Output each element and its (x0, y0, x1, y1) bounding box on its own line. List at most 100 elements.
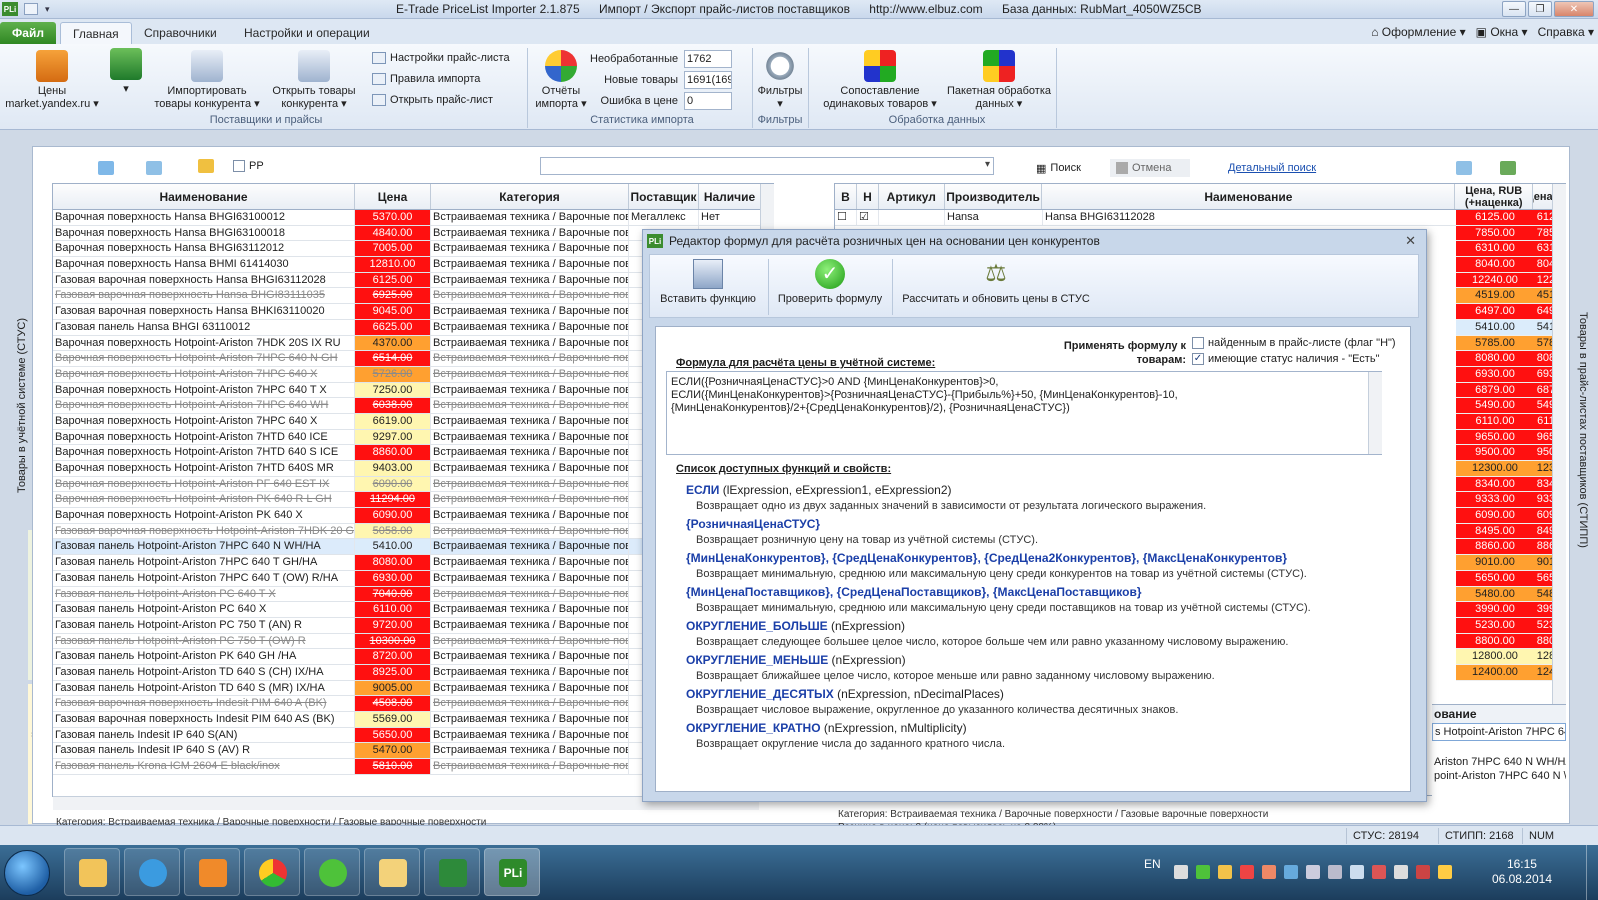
row-checkbox-v[interactable]: ☐ (835, 210, 857, 225)
clock[interactable]: 16:15 06.08.2014 (1492, 857, 1552, 887)
pp-checkbox[interactable]: PP (233, 160, 264, 172)
price-row[interactable]: 9010.00 9010 (1456, 555, 1566, 571)
col-name[interactable]: Наименование (53, 184, 355, 209)
price-row[interactable]: 5650.00 5650 (1456, 570, 1566, 587)
sub-row[interactable]: s Hotpoint-Ariston 7HPC 64 (1432, 723, 1566, 741)
function-item[interactable]: {МинЦенаКонкурентов}, {СредЦенаКонкурент… (686, 551, 1287, 565)
price-row[interactable]: 5785.00 5785 (1456, 335, 1566, 352)
price-row[interactable]: 9500.00 9500 (1456, 445, 1566, 461)
tray-icon[interactable] (1438, 865, 1452, 879)
vtab-stipp[interactable]: Товары в прайс-листах поставщиков (СТИПП… (1574, 300, 1592, 560)
sub-row[interactable]: Ariston 7HPC 640 N WH/HA (1432, 755, 1566, 769)
price-row[interactable]: 6310.00 6310 (1456, 241, 1566, 258)
search-button[interactable]: ▦ Поиск (1030, 159, 1087, 177)
price-row[interactable]: 6110.00 6110 (1456, 413, 1566, 430)
start-button[interactable] (4, 850, 50, 896)
sort-icon-right[interactable] (1456, 161, 1472, 175)
tray-icon[interactable] (1284, 865, 1298, 879)
price-row[interactable]: 3990.00 3990 (1456, 602, 1566, 618)
tray-icon[interactable] (1196, 865, 1210, 879)
tray-icon[interactable] (1372, 865, 1386, 879)
col-price[interactable]: Цена (355, 184, 431, 209)
yandex-prices-button[interactable]: Цены market.yandex.ru ▾ (4, 50, 100, 111)
table-row[interactable]: Варочная поверхность Hansa BHGI63100012 5… (53, 210, 773, 226)
tray-icon[interactable] (1416, 865, 1430, 879)
price-row[interactable]: 6930.00 6930 (1456, 366, 1566, 383)
tab-main[interactable]: Главная (60, 22, 132, 44)
function-item[interactable]: {МинЦенаПоставщиков}, {СредЦенаПоставщик… (686, 585, 1142, 599)
task-outlook[interactable] (364, 848, 420, 896)
price-row[interactable]: 8800.00 8800 (1456, 633, 1566, 650)
formula-scrollbar[interactable] (1368, 372, 1382, 454)
import-reports-button[interactable]: Отчёты импорта ▾ (532, 50, 590, 111)
price-row[interactable]: 5490.00 5490 (1456, 398, 1566, 414)
folder-icon[interactable] (198, 159, 214, 173)
app-icon[interactable]: PLi (2, 2, 18, 16)
refresh-icon[interactable] (98, 161, 114, 175)
dialog-close-button[interactable]: ✕ (1405, 233, 1416, 249)
col-availability[interactable]: Наличие (699, 184, 761, 209)
col-v[interactable]: В (835, 184, 857, 209)
price-row[interactable]: 8040.00 8040 (1456, 257, 1566, 273)
function-item[interactable]: {РозничнаяЦенаСТУС} (686, 517, 820, 531)
task-media-player[interactable] (184, 848, 240, 896)
task-excel[interactable] (424, 848, 480, 896)
price-row[interactable]: 5480.00 5480 (1456, 586, 1566, 603)
price-row[interactable]: 12240.00 1224 (1456, 272, 1566, 289)
quick-access-dropdown-icon[interactable]: ▾ (45, 4, 50, 15)
match-goods-button[interactable]: Сопоставление одинаковых товаров ▾ (820, 50, 940, 111)
tray-icon[interactable] (1218, 865, 1232, 879)
row-checkbox-n[interactable]: ☑ (857, 210, 879, 225)
tab-settings[interactable]: Настройки и операции (232, 22, 382, 44)
in-stock-checkbox[interactable]: ✓ имеющие статус наличия - "Есть" (1192, 353, 1379, 365)
col-category[interactable]: Категория (431, 184, 629, 209)
quick-access-icon[interactable] (24, 3, 38, 15)
col-n[interactable]: Н (857, 184, 879, 209)
price-row[interactable]: 12300.00 1230 (1456, 461, 1566, 477)
price-row[interactable]: 8495.00 8495 (1456, 523, 1566, 540)
price-row[interactable]: 6090.00 6090 (1456, 508, 1566, 524)
vtab-stus[interactable]: Товары в учётной системе (СТУС) (14, 300, 30, 510)
price-row[interactable]: 9650.00 9650 (1456, 429, 1566, 446)
excel-button[interactable]: ▾ (108, 48, 144, 96)
signal-icon[interactable] (1306, 865, 1320, 879)
language-indicator[interactable]: EN (1144, 857, 1161, 871)
col-price-markup[interactable]: Цена, RUB (+наценка) (1455, 184, 1534, 209)
volume-icon[interactable] (1394, 865, 1408, 879)
monitor-icon[interactable] (1328, 865, 1342, 879)
price-row[interactable]: 6879.00 6879 (1456, 382, 1566, 399)
price-row[interactable]: 6125.00 6125 (1456, 210, 1566, 226)
col-manufacturer[interactable]: Производитель (945, 184, 1043, 209)
price-row[interactable]: 8080.00 8080 (1456, 351, 1566, 367)
calculate-update-button[interactable]: ⚖ Рассчитать и обновить цены в СТУС (898, 259, 1094, 305)
excel-export-icon[interactable] (1500, 161, 1516, 175)
import-rules-item[interactable]: Правила импорта (372, 73, 480, 85)
check-formula-button[interactable]: ✓ Проверить формулу (774, 259, 886, 305)
sub-row[interactable]: point-Ariston 7HPC 640 N \ (1432, 769, 1566, 783)
minimize-button[interactable]: — (1502, 1, 1526, 17)
batch-processing-button[interactable]: Пакетная обработка данных ▾ (944, 50, 1054, 111)
right-grid-vscroll[interactable] (1552, 184, 1566, 704)
sort-icon[interactable] (146, 161, 162, 175)
task-pli[interactable]: PLi (484, 848, 540, 896)
import-competitor-button[interactable]: Импортировать товары конкурента ▾ (152, 50, 262, 111)
formula-editor[interactable]: ЕСЛИ({РозничнаяЦенаСТУС}>0 AND {МинЦенаК… (666, 371, 1382, 455)
col-right-name[interactable]: Наименование (1042, 184, 1456, 209)
tray-icon[interactable] (1240, 865, 1254, 879)
col-supplier[interactable]: Поставщик (629, 184, 699, 209)
function-item[interactable]: ОКРУГЛЕНИЕ_КРАТНО (nExpression, nMultipl… (686, 721, 967, 735)
pricelist-settings-item[interactable]: Настройки прайс-листа (372, 52, 510, 64)
function-item[interactable]: ОКРУГЛЕНИЕ_БОЛЬШЕ (nExpression) (686, 619, 905, 633)
tray-icon[interactable] (1262, 865, 1276, 879)
tab-file[interactable]: Файл (0, 22, 56, 44)
price-row[interactable]: 4519.00 4519 (1456, 288, 1566, 305)
found-in-pricelist-checkbox[interactable]: найденным в прайс-листе (флаг "H") (1192, 337, 1396, 349)
task-ie[interactable] (124, 848, 180, 896)
menu-windows[interactable]: ▣ Окна ▾ (1476, 25, 1528, 39)
tray-icon[interactable] (1174, 865, 1188, 879)
menu-help[interactable]: Справка ▾ (1538, 25, 1594, 39)
cancel-search-button[interactable]: Отмена (1110, 159, 1190, 177)
price-row[interactable]: 5410.00 5410 (1456, 319, 1566, 336)
maximize-button[interactable]: ❐ (1528, 1, 1552, 17)
price-row[interactable]: 6497.00 6497 (1456, 304, 1566, 320)
